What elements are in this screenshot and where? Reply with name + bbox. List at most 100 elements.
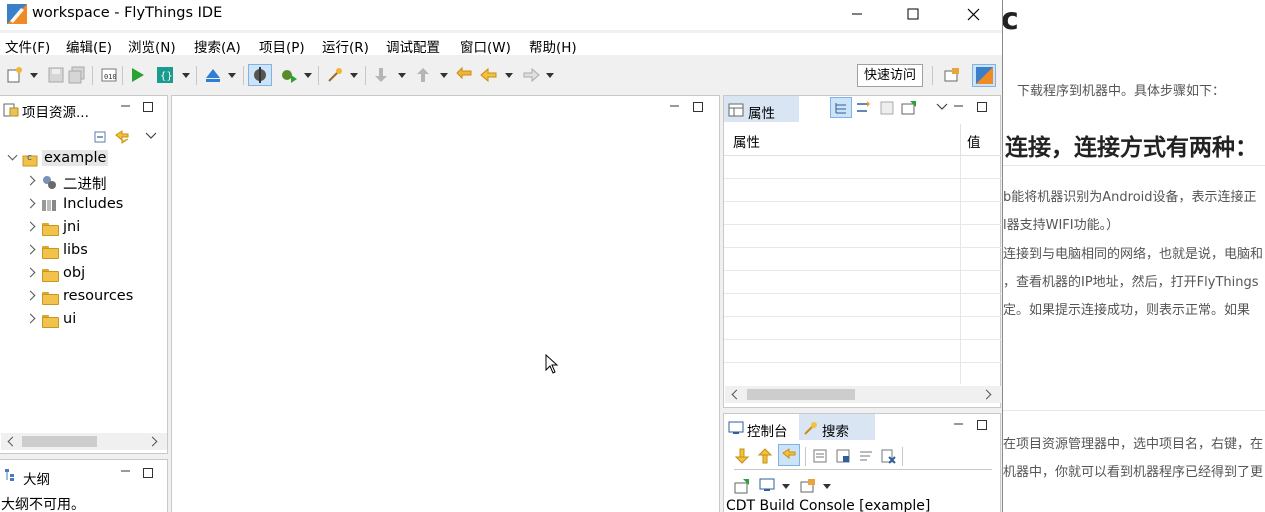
close-button[interactable] [950, 0, 996, 28]
tree-item-ui[interactable]: ui [0, 309, 166, 331]
maximize-view-icon[interactable] [143, 468, 153, 478]
copy-build-log-icon[interactable] [812, 448, 828, 464]
run-icon[interactable] [128, 66, 146, 84]
forward-icon[interactable] [522, 66, 540, 84]
scroll-left-icon[interactable] [731, 389, 742, 400]
maximize-view-icon[interactable] [693, 102, 703, 112]
next-annotation-icon[interactable] [372, 66, 390, 84]
chevron-right-icon[interactable] [25, 221, 36, 232]
scroll-right-icon[interactable] [981, 389, 992, 400]
download-icon[interactable] [204, 66, 222, 84]
chevron-right-icon[interactable] [25, 290, 36, 301]
open-console-dropdown-icon[interactable] [823, 484, 831, 489]
collapse-all-icon[interactable] [92, 129, 108, 145]
wand-dropdown-icon[interactable] [350, 73, 358, 78]
column-header-value[interactable]: 值 [967, 131, 981, 151]
menu-file[interactable]: 文件(F) [5, 36, 50, 56]
menu-search[interactable]: 搜索(A) [194, 36, 241, 56]
build-dropdown-icon[interactable] [182, 73, 190, 78]
scroll-right-icon[interactable] [147, 436, 158, 447]
chevron-right-icon[interactable] [25, 244, 36, 255]
display-console-dropdown-icon[interactable] [782, 484, 790, 489]
scroll-thumb[interactable] [22, 436, 97, 447]
minimize-view-icon[interactable] [670, 101, 680, 111]
column-header-property[interactable]: 属性 [733, 131, 760, 151]
tab-project-explorer[interactable]: 项目资源... [0, 96, 108, 122]
menu-help[interactable]: 帮助(H) [529, 36, 577, 56]
flythings-perspective-button[interactable] [972, 64, 996, 87]
next-annotation-dropdown-icon[interactable] [398, 73, 406, 78]
maximize-view-icon[interactable] [977, 420, 987, 430]
project-explorer-hscrollbar[interactable] [1, 433, 167, 450]
tree-item-example[interactable]: c example [0, 148, 166, 170]
prev-annotation-icon[interactable] [414, 66, 432, 84]
tree-item-libs[interactable]: libs [0, 240, 166, 262]
minimize-view-icon[interactable] [954, 419, 964, 429]
save-all-icon[interactable] [68, 66, 86, 84]
last-edit-icon[interactable] [456, 66, 474, 84]
clear-console-icon[interactable] [880, 448, 896, 464]
menu-edit[interactable]: 编辑(E) [66, 36, 112, 56]
chevron-right-icon[interactable] [25, 198, 36, 209]
save-icon[interactable] [47, 66, 65, 84]
tab-outline[interactable]: 大纲 [0, 460, 58, 488]
link-with-editor-icon[interactable] [114, 129, 130, 145]
maximize-button[interactable] [890, 0, 936, 28]
chevron-right-icon[interactable] [25, 313, 36, 324]
open-console-icon[interactable] [800, 478, 816, 494]
title-bar[interactable]: workspace - FlyThings IDE [0, 0, 1002, 30]
download-dropdown-icon[interactable] [228, 73, 236, 78]
display-console-icon[interactable] [759, 477, 775, 493]
minimize-view-icon[interactable] [121, 466, 131, 476]
word-wrap-icon[interactable] [858, 448, 874, 464]
coverage-dropdown-icon[interactable] [304, 73, 312, 78]
show-advanced-icon[interactable] [855, 100, 871, 116]
new-dropdown-icon[interactable] [30, 73, 38, 78]
categories-toggle[interactable] [830, 97, 852, 118]
wand-icon[interactable] [326, 66, 344, 84]
tree-item-binaries[interactable]: 二进制 [0, 171, 166, 193]
minimize-view-icon[interactable] [954, 101, 964, 111]
properties-hscrollbar[interactable] [725, 386, 1001, 403]
view-menu-icon[interactable] [934, 99, 950, 115]
maximize-view-icon[interactable] [143, 102, 153, 112]
tab-search[interactable]: 搜索 [799, 414, 875, 440]
menu-debug-config[interactable]: 调试配置 [386, 36, 440, 56]
minimize-button[interactable] [834, 0, 880, 28]
prev-annotation-dropdown-icon[interactable] [440, 73, 448, 78]
minimize-view-icon[interactable] [121, 101, 131, 111]
menu-navigate[interactable]: 浏览(N) [128, 36, 176, 56]
new-icon[interactable] [6, 66, 24, 84]
display-selected-console-icon[interactable] [835, 448, 851, 464]
back-icon[interactable] [480, 66, 498, 84]
pin-view-icon[interactable] [901, 100, 917, 116]
menu-run[interactable]: 运行(R) [322, 36, 369, 56]
debug-tool-icon[interactable] [251, 66, 269, 84]
quick-access-field[interactable]: 快速访问 [857, 64, 923, 87]
restore-default-icon[interactable] [879, 100, 895, 116]
pin-console-icon[interactable] [734, 478, 750, 494]
menu-window[interactable]: 窗口(W) [460, 36, 511, 56]
forward-dropdown-icon[interactable] [546, 73, 554, 78]
chevron-down-icon[interactable] [7, 150, 18, 161]
scroll-left-icon[interactable] [7, 436, 18, 447]
coverage-icon[interactable] [280, 66, 298, 84]
tree-item-resources[interactable]: resources [0, 286, 166, 308]
tree-item-obj[interactable]: obj [0, 263, 166, 285]
build-binary-icon[interactable]: 010 [100, 66, 118, 84]
tree-item-includes[interactable]: Includes [0, 194, 166, 216]
open-perspective-icon[interactable] [944, 67, 960, 83]
tab-console[interactable]: 控制台 [724, 414, 798, 440]
chevron-right-icon[interactable] [25, 267, 36, 278]
flythings-build-icon[interactable]: {} [156, 66, 174, 84]
tab-properties[interactable]: 属性 [724, 96, 799, 122]
scroll-thumb[interactable] [747, 389, 855, 400]
chevron-right-icon[interactable] [25, 175, 36, 186]
view-menu-icon[interactable] [143, 128, 159, 144]
back-dropdown-icon[interactable] [505, 73, 513, 78]
editor-area[interactable] [171, 95, 720, 512]
maximize-view-icon[interactable] [977, 102, 987, 112]
next-error-icon[interactable] [734, 448, 750, 464]
tree-item-jni[interactable]: jni [0, 217, 166, 239]
previous-error-icon[interactable] [757, 448, 773, 464]
